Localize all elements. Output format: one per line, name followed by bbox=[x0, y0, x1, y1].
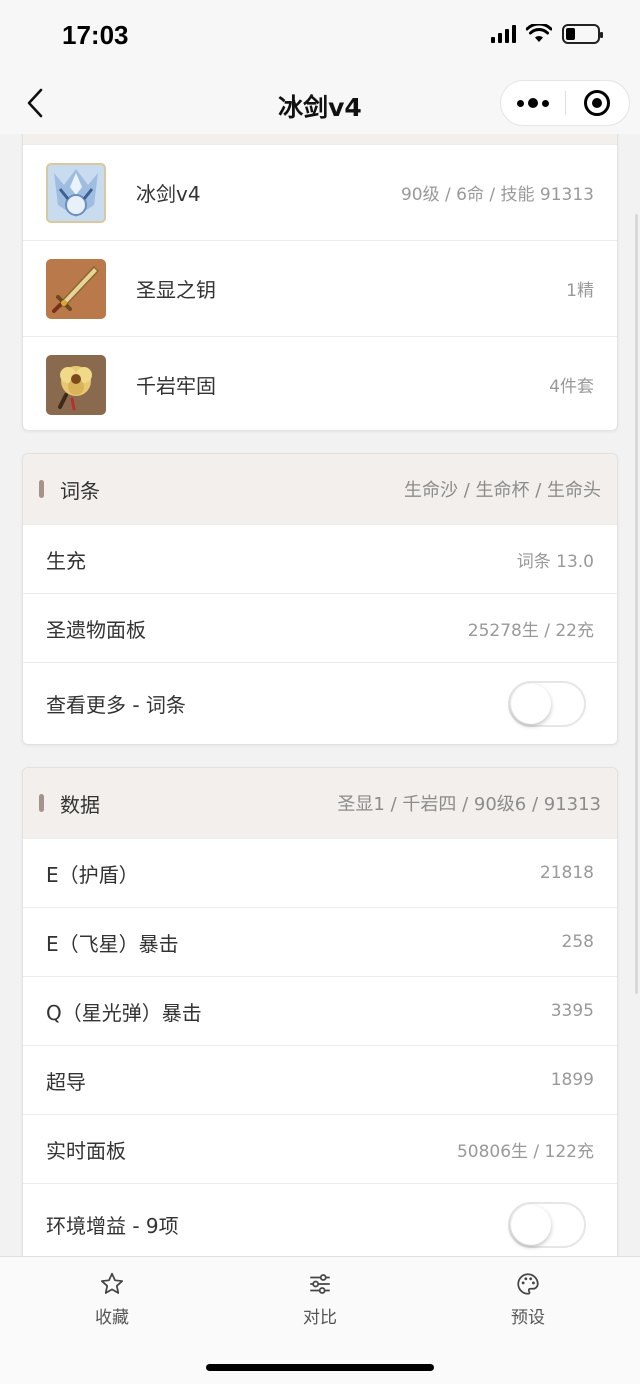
section-marker bbox=[39, 480, 44, 498]
row-label: E（飞星）暴击 bbox=[46, 931, 179, 956]
palette-icon bbox=[517, 1273, 539, 1295]
row-value: 3395 bbox=[550, 1001, 594, 1021]
section-title: 数据 bbox=[60, 792, 100, 817]
toggle-label: 查看更多 - 词条 bbox=[46, 693, 186, 717]
build-item-character[interactable]: 冰剑v4 90级 / 6命 / 技能 91313 bbox=[23, 144, 617, 240]
environment-buff-toggle[interactable] bbox=[508, 1201, 586, 1248]
build-item-name: 千岩牢固 bbox=[136, 374, 216, 398]
status-icons bbox=[491, 24, 603, 44]
substats-header: 词条 生命沙 / 生命杯 / 生命头 bbox=[23, 454, 617, 524]
row-label: 超导 bbox=[46, 1069, 86, 1094]
toggle-row: 环境增益 - 9项 bbox=[23, 1183, 617, 1256]
data-header: 数据 圣显1 / 千岩四 / 90级6 / 91313 bbox=[23, 768, 617, 838]
toggle-label: 环境增益 - 9项 bbox=[46, 1214, 179, 1238]
data-row: E（飞星）暴击 258 bbox=[23, 907, 617, 976]
data-row: 超导 1899 bbox=[23, 1045, 617, 1114]
substat-row: 圣遗物面板 25278生 / 22充 bbox=[23, 593, 617, 662]
row-value: 25278生 / 22充 bbox=[467, 620, 594, 641]
build-card: 冰剑v4 90级 / 6命 / 技能 91313 圣显之钥 1精 千岩牢固 4件… bbox=[22, 134, 618, 431]
home-indicator bbox=[206, 1364, 434, 1371]
row-value: 词条 13.0 bbox=[516, 551, 594, 572]
mini-program-capsule bbox=[500, 80, 630, 126]
row-label: 实时面板 bbox=[46, 1138, 126, 1163]
tab-label: 预设 bbox=[511, 1308, 545, 1328]
star-icon bbox=[100, 1272, 124, 1294]
build-item-name: 圣显之钥 bbox=[136, 278, 216, 302]
tab-compare[interactable]: 对比 bbox=[260, 1271, 380, 1328]
status-time: 17:03 bbox=[62, 20, 129, 50]
show-more-substats-toggle[interactable] bbox=[508, 680, 586, 727]
character-avatar-icon bbox=[46, 162, 106, 223]
main-content[interactable]: 冰剑v4 90级 / 6命 / 技能 91313 圣显之钥 1精 千岩牢固 4件… bbox=[0, 134, 640, 1256]
artifact-flower-icon bbox=[46, 354, 106, 415]
status-bar: 17:03 bbox=[0, 0, 640, 74]
build-item-weapon[interactable]: 圣显之钥 1精 bbox=[23, 240, 617, 336]
wifi-icon bbox=[526, 24, 552, 42]
substat-row: 生充 词条 13.0 bbox=[23, 524, 617, 593]
row-value: 258 bbox=[561, 932, 594, 952]
build-item-meta: 90级 / 6命 / 技能 91313 bbox=[400, 185, 594, 205]
section-summary: 圣显1 / 千岩四 / 90级6 / 91313 bbox=[337, 794, 601, 815]
row-value: 50806生 / 122充 bbox=[456, 1141, 594, 1162]
sliders-icon bbox=[310, 1274, 330, 1294]
toggle-row: 查看更多 - 词条 bbox=[23, 662, 617, 744]
tab-label: 对比 bbox=[303, 1308, 337, 1328]
build-item-artifact[interactable]: 千岩牢固 4件套 bbox=[23, 336, 617, 430]
data-row: 实时面板 50806生 / 122充 bbox=[23, 1114, 617, 1183]
close-mini-program-button[interactable] bbox=[566, 80, 629, 126]
tab-favorite[interactable]: 收藏 bbox=[52, 1271, 172, 1328]
dot-icon bbox=[528, 98, 538, 108]
target-icon bbox=[584, 90, 611, 116]
data-row: Q（星光弹）暴击 3395 bbox=[23, 976, 617, 1045]
build-item-name: 冰剑v4 bbox=[136, 182, 201, 206]
build-item-meta: 1精 bbox=[566, 281, 594, 301]
section-marker bbox=[39, 794, 44, 812]
data-card: 数据 圣显1 / 千岩四 / 90级6 / 91313 E（护盾） 21818 … bbox=[22, 767, 618, 1256]
sword-weapon-icon bbox=[46, 258, 106, 319]
dot-icon bbox=[542, 99, 549, 107]
section-title: 词条 bbox=[60, 478, 100, 503]
row-label: 生充 bbox=[46, 548, 86, 573]
more-button[interactable] bbox=[501, 80, 565, 126]
substats-card: 词条 生命沙 / 生命杯 / 生命头 生充 词条 13.0 圣遗物面板 2527… bbox=[22, 453, 618, 745]
row-value: 1899 bbox=[550, 1070, 594, 1090]
tab-preset[interactable]: 预设 bbox=[468, 1271, 588, 1328]
row-label: Q（星光弹）暴击 bbox=[46, 1000, 202, 1025]
row-label: E（护盾） bbox=[46, 862, 139, 887]
row-label: 圣遗物面板 bbox=[46, 617, 146, 642]
data-row: E（护盾） 21818 bbox=[23, 838, 617, 907]
dot-icon bbox=[517, 99, 524, 107]
build-item-meta: 4件套 bbox=[549, 377, 594, 397]
section-summary: 生命沙 / 生命杯 / 生命头 bbox=[403, 480, 601, 501]
battery-icon bbox=[562, 24, 603, 44]
row-value: 21818 bbox=[539, 863, 594, 883]
nav-bar: 冰剑v4 bbox=[0, 74, 640, 134]
scrollbar[interactable] bbox=[635, 214, 638, 994]
signal-icon bbox=[491, 25, 516, 43]
tab-label: 收藏 bbox=[95, 1308, 129, 1328]
